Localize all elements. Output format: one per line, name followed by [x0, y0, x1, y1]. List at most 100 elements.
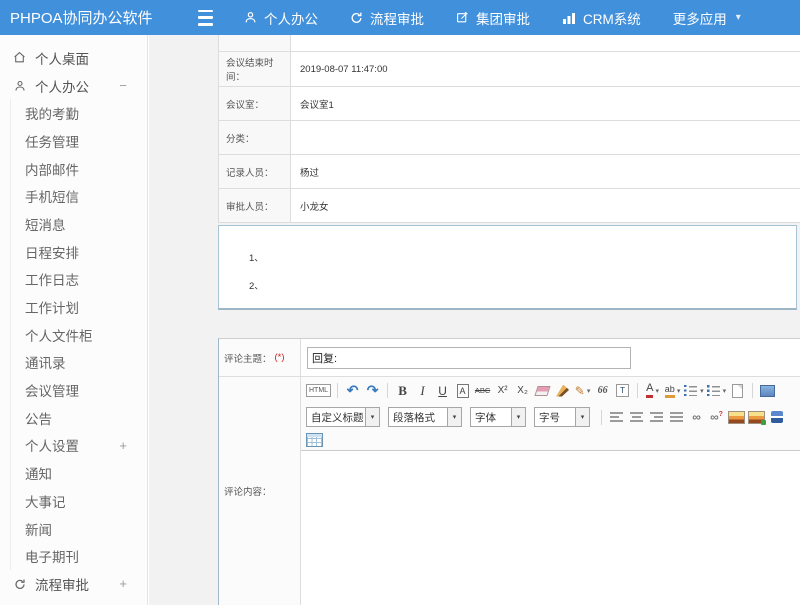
align-center-icon[interactable] — [628, 408, 645, 426]
editor-toolbar-row3 — [301, 430, 800, 450]
align-right-icon[interactable] — [648, 408, 665, 426]
align-left-icon[interactable] — [608, 408, 625, 426]
format-painter-icon-shape — [556, 385, 569, 397]
chevron-down-icon: ▾ — [655, 387, 659, 395]
justify-icon-shape — [670, 412, 683, 422]
font-size-select[interactable]: 字号▾ — [534, 407, 590, 427]
sidebar-item-12[interactable]: 通讯录 — [0, 349, 147, 377]
menu-icon[interactable] — [198, 10, 218, 26]
unlink-icon-glyph: ∞ — [710, 410, 723, 424]
highlight-color-icon[interactable]: ab▾ — [664, 382, 681, 400]
expand-icon[interactable]: + — [119, 576, 127, 591]
table-row: 审批人员：小龙女 — [219, 189, 800, 223]
top-navigation: 个人办公 流程审批 集团审批 CRM系统 更多应用▾ — [244, 8, 741, 28]
sidebar-item-18[interactable]: 新闻 — [0, 515, 147, 543]
sidebar-item-label: 个人办公 — [35, 76, 89, 96]
color-pen-icon[interactable]: ✎▾ — [574, 382, 591, 400]
nav-item-2[interactable]: 流程审批 — [350, 8, 424, 28]
heading-select[interactable]: 自定义标题▾ — [306, 407, 380, 427]
justify-icon[interactable] — [668, 408, 685, 426]
table-icon[interactable] — [306, 431, 323, 449]
sidebar-item-label: 大事记 — [25, 491, 66, 511]
font-color-icon[interactable]: A▾ — [644, 382, 661, 400]
fullscreen-icon[interactable] — [759, 382, 776, 400]
ordered-list-icon[interactable]: ▾ — [684, 382, 704, 400]
editor-content-area[interactable] — [301, 450, 800, 605]
row-label: 分类： — [219, 121, 291, 154]
sidebar-item-16[interactable]: 通知 — [0, 459, 147, 487]
sidebar-item-15[interactable]: 个人设置+ — [0, 432, 147, 460]
label-text: 评论内容： — [224, 484, 272, 498]
nav-item-3[interactable]: 集团审批 — [456, 8, 530, 28]
italic-icon[interactable]: I — [414, 382, 431, 400]
chevron-down-icon: ▾ — [575, 408, 589, 426]
new-page-icon[interactable] — [729, 382, 746, 400]
undo-icon[interactable]: ↶ — [344, 382, 361, 400]
chevron-down-icon: ▾ — [447, 408, 461, 426]
remove-format-icon[interactable] — [534, 382, 551, 400]
image-icon-shape — [728, 411, 745, 424]
image-icon[interactable] — [728, 408, 745, 426]
expand-icon[interactable]: + — [119, 438, 127, 453]
sidebar-item-label: 日程安排 — [25, 242, 79, 262]
sidebar-item-label: 通知 — [25, 463, 52, 483]
collapse-icon[interactable]: − — [119, 78, 127, 93]
media-icon[interactable] — [768, 408, 785, 426]
comment-subject-input[interactable] — [307, 347, 631, 369]
sidebar-item-label: 短消息 — [25, 214, 66, 234]
app-logo: PHPOA协同办公软件 — [0, 7, 192, 28]
subscript-icon[interactable]: X₂ — [514, 382, 531, 400]
format-painter-icon[interactable] — [554, 382, 571, 400]
sidebar-item-4[interactable]: 任务管理 — [0, 127, 147, 155]
sidebar-item-7[interactable]: 短消息 — [0, 210, 147, 238]
chevron-down-icon: ▾ — [511, 408, 525, 426]
caret-down-icon: ▾ — [736, 12, 741, 23]
sidebar-item-label: 手机短信 — [25, 186, 79, 206]
sidebar-item-1[interactable]: 个人桌面 — [0, 44, 147, 72]
nav-item-4[interactable]: CRM系统 — [562, 8, 641, 28]
font-family-select[interactable]: 字体▾ — [470, 407, 526, 427]
nav-item-1[interactable]: 个人办公 — [244, 8, 318, 28]
sidebar-item-5[interactable]: 内部邮件 — [0, 155, 147, 183]
meeting-content-box[interactable]: 1、2、 — [218, 225, 797, 310]
sidebar-item-13[interactable]: 会议管理 — [0, 376, 147, 404]
sidebar-item-8[interactable]: 日程安排 — [0, 238, 147, 266]
link-icon[interactable]: ∞ — [688, 408, 705, 426]
source-code-button[interactable]: HTML — [306, 382, 331, 400]
sidebar-item-9[interactable]: 工作日志 — [0, 266, 147, 294]
row-value — [291, 121, 800, 154]
sidebar-item-17[interactable]: 大事记 — [0, 487, 147, 515]
chevron-down-icon: ▾ — [587, 387, 591, 395]
sidebar-item-label: 任务管理 — [25, 131, 79, 151]
sidebar-item-6[interactable]: 手机短信 — [0, 182, 147, 210]
net-image-icon[interactable] — [748, 408, 765, 426]
chevron-down-icon: ▾ — [677, 387, 681, 395]
font-box-icon[interactable]: A — [454, 382, 471, 400]
sidebar-item-label: 电子期刊 — [25, 546, 79, 566]
table-row: 分类： — [219, 121, 800, 155]
unordered-list-icon[interactable]: ▾ — [707, 382, 727, 400]
redo-icon[interactable]: ↷ — [364, 382, 381, 400]
paragraph-format-select[interactable]: 段落格式▾ — [388, 407, 462, 427]
select-label: 自定义标题 — [307, 408, 365, 426]
unlink-icon[interactable]: ∞ — [708, 408, 725, 426]
sidebar-item-19[interactable]: 电子期刊 — [0, 542, 147, 570]
paste-word-icon[interactable]: T — [614, 382, 631, 400]
nav-item-5[interactable]: 更多应用▾ — [673, 8, 741, 28]
sidebar-item-10[interactable]: 工作计划 — [0, 293, 147, 321]
sidebar-item-14[interactable]: 公告 — [0, 404, 147, 432]
sidebar-item-20[interactable]: 流程审批+ — [0, 570, 147, 598]
bold-icon[interactable]: B — [394, 382, 411, 400]
blockquote-icon[interactable]: 66 — [594, 382, 611, 400]
comment-subject-cell — [301, 339, 800, 376]
undo-icon-glyph: ↶ — [347, 382, 359, 399]
sidebar-item-11[interactable]: 个人文件柜 — [0, 321, 147, 349]
sidebar-item-2[interactable]: 个人办公 − — [0, 72, 147, 100]
underline-icon[interactable]: U — [434, 382, 451, 400]
superscript-icon[interactable]: X² — [494, 382, 511, 400]
row-label-cell — [219, 35, 291, 51]
strikethrough-icon[interactable]: ABC — [474, 382, 491, 400]
subscript-icon-glyph: X₂ — [517, 385, 528, 396]
sidebar-item-3[interactable]: 我的考勤 — [0, 99, 147, 127]
superscript-icon-glyph: X² — [498, 385, 508, 396]
